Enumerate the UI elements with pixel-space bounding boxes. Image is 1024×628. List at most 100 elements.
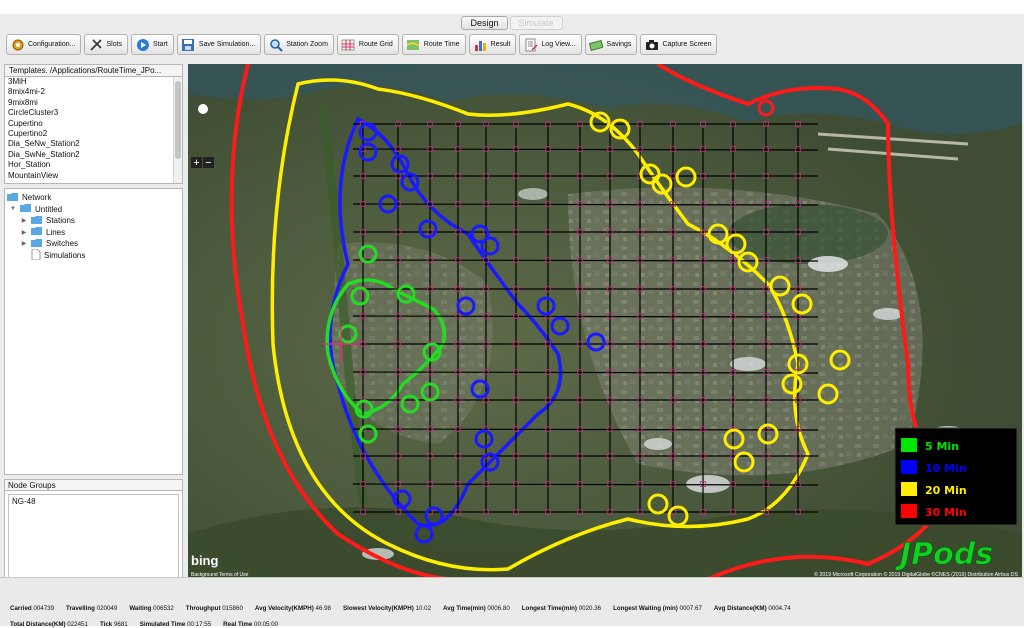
status-field: Slowest Velocity(KMPH) 10.02 <box>343 605 431 612</box>
status-field: Longest Waiting (min) 0007.67 <box>613 605 702 612</box>
template-item[interactable]: Dia_SwNe_Station2 <box>5 150 182 160</box>
station-zoom-button[interactable]: Station Zoom <box>264 34 334 55</box>
status-field: Travelling 020049 <box>66 605 117 612</box>
save-simulation-label: Save Simulation... <box>198 41 256 48</box>
tree-node-lines[interactable]: ▶ Lines <box>7 227 180 239</box>
status-field: Longest Time(min) 0020.36 <box>522 605 601 612</box>
app-window: Design Simulate Configuration... Slots S… <box>0 14 1024 628</box>
tree-label-network: Network <box>22 193 52 203</box>
legend-label: 10 Min <box>925 462 967 475</box>
status-bar: Carried 004739 Travelling 020049 Waiting 0… <box>0 577 1024 628</box>
templates-scroll-thumb[interactable] <box>175 81 181 159</box>
node-groups-list: NG-48 <box>8 494 179 588</box>
svg-text:−: − <box>205 157 211 169</box>
status-label: Travelling <box>66 605 97 612</box>
tree-node-stations[interactable]: ▶ Stations <box>7 215 180 227</box>
template-item[interactable]: Dia_SeNw_Station2 <box>5 139 182 149</box>
bing-logo: bing <box>191 553 218 568</box>
zoom-in-button[interactable]: + <box>191 157 202 169</box>
network-tree-panel: Network ▼ Untitled ▶ Stations ▶ Lines ▶ … <box>4 188 183 475</box>
folder-icon <box>31 215 43 227</box>
template-item[interactable]: Hor_Station <box>5 160 182 170</box>
savings-button[interactable]: Savings <box>584 34 638 55</box>
legend-swatch <box>901 460 917 474</box>
expand-right-icon[interactable]: ▶ <box>20 240 28 247</box>
status-value: 022451 <box>67 621 88 628</box>
template-item[interactable]: MountainView <box>5 171 182 181</box>
template-item[interactable]: CircleCluster3 <box>5 108 182 118</box>
jpods-logo: JPods <box>895 537 993 572</box>
status-value: 006532 <box>153 605 174 612</box>
tree-node-network[interactable]: Network <box>7 192 180 204</box>
status-label: Waiting <box>129 605 154 612</box>
templates-scrollbar[interactable] <box>173 77 182 183</box>
document-icon <box>31 248 41 262</box>
status-label: Throughput <box>185 605 223 612</box>
tree-label-simulations: Simulations <box>44 250 86 260</box>
start-label: Start <box>153 41 168 48</box>
money-icon <box>589 37 604 52</box>
status-field: Throughput 015860 <box>186 605 243 612</box>
compass-dot[interactable] <box>198 104 208 114</box>
slots-button[interactable]: Slots <box>84 34 129 55</box>
route-grid-button[interactable]: Route Grid <box>336 34 399 55</box>
template-item[interactable]: Cupertino <box>5 119 182 129</box>
legend-swatch <box>901 482 917 496</box>
map-canvas[interactable]: + − 5 Min10 Min20 Min30 Min bing Backgro… <box>188 64 1022 579</box>
status-field: Real Time 00:05:00 <box>223 621 278 628</box>
legend-label: 20 Min <box>925 484 967 497</box>
route-time-button[interactable]: Route Time <box>401 34 466 55</box>
expand-down-icon[interactable]: ▼ <box>9 206 17 212</box>
zoom-out-button[interactable]: − <box>203 157 214 169</box>
status-field: Carried 004739 <box>10 605 54 612</box>
status-value: 9681 <box>113 621 128 628</box>
status-row-2: Total Distance(KM) 022451 Tick 9681 Simula… <box>10 621 278 628</box>
expand-right-icon[interactable]: ▶ <box>20 217 28 224</box>
status-value: 0004.74 <box>768 605 791 612</box>
template-item[interactable]: Cupertino2 <box>5 129 182 139</box>
tree-label-lines: Lines <box>46 227 66 237</box>
save-simulation-button[interactable]: Save Simulation... <box>176 34 262 55</box>
status-field: Avg Time(min) 0006.80 <box>443 605 510 612</box>
result-button[interactable]: Result <box>468 34 517 55</box>
log-view-button[interactable]: Log View... <box>519 34 582 55</box>
status-value: 020049 <box>96 605 118 612</box>
slots-icon <box>88 37 103 52</box>
log-view-label: Log View... <box>541 41 576 48</box>
gear-icon <box>10 37 25 52</box>
tree-label-stations: Stations <box>46 216 75 226</box>
status-field: Tick 9681 <box>100 621 128 628</box>
configuration-button[interactable]: Configuration... <box>6 34 82 55</box>
template-item[interactable]: 3MiH <box>5 77 182 87</box>
save-icon <box>181 37 196 52</box>
status-field: Total Distance(KM) 022451 <box>10 621 88 628</box>
configuration-label: Configuration... <box>28 41 76 48</box>
folder-icon <box>31 226 43 238</box>
status-field: Simulated Time 00:17:55 <box>140 621 211 628</box>
expand-right-icon[interactable]: ▶ <box>20 229 28 236</box>
templates-header: Templates. /Applications/RouteTime_JPo..… <box>5 65 182 77</box>
result-label: Result <box>490 41 511 48</box>
node-groups-panel: Node Groups NG-48 <box>4 479 183 593</box>
template-item[interactable]: 9mix8mi <box>5 98 182 108</box>
capture-screen-label: Capture Screen <box>662 41 712 48</box>
folder-icon <box>7 192 19 204</box>
grid-icon <box>341 37 356 52</box>
map-view[interactable]: + − 5 Min 10 Min 20 Min 30 Min bing Backgro… <box>188 64 1022 579</box>
camera-icon <box>644 37 659 52</box>
status-label: Slowest Velocity(KMPH) <box>343 605 416 612</box>
tab-design[interactable]: Design <box>461 16 508 30</box>
station-zoom-label: Station Zoom <box>286 41 328 48</box>
legend-swatch <box>901 438 917 452</box>
tab-simulate[interactable]: Simulate <box>509 16 563 30</box>
template-item[interactable]: 8mix4mi-2 <box>5 87 182 97</box>
capture-screen-button[interactable]: Capture Screen <box>640 34 718 55</box>
mode-tabs: Design Simulate <box>0 14 1024 32</box>
node-group-item[interactable]: NG-48 <box>12 497 175 506</box>
tree-node-untitled[interactable]: ▼ Untitled <box>7 204 180 216</box>
start-button[interactable]: Start <box>131 34 174 55</box>
slots-label: Slots <box>106 41 123 48</box>
status-row-1: Carried 004739 Travelling 020049 Waiting 0… <box>10 605 791 612</box>
status-value: 0020.36 <box>578 605 602 612</box>
tree-node-simulations[interactable]: Simulations <box>7 248 180 262</box>
